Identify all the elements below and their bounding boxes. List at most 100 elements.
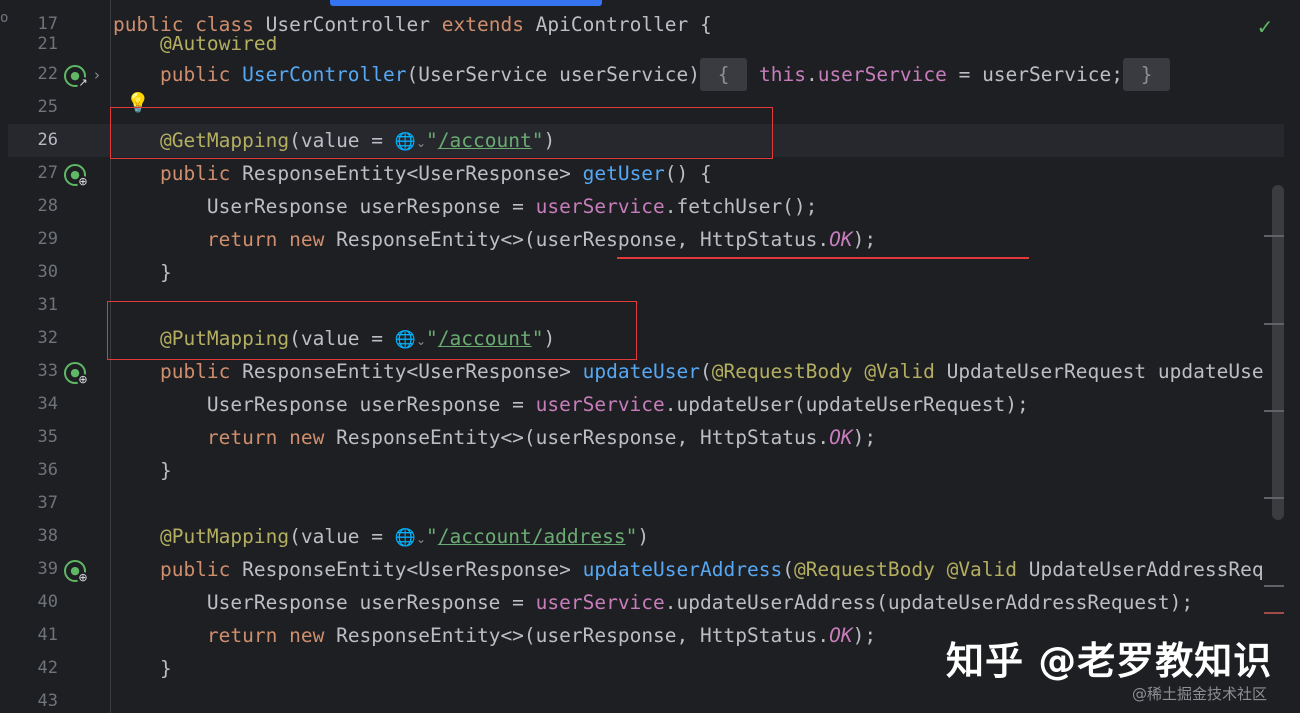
code-token: UpdateUserRequest updateUse bbox=[946, 360, 1264, 383]
web-endpoint-icon[interactable]: ● ⊕ bbox=[64, 164, 89, 188]
highlight-box-putmapping bbox=[107, 301, 637, 360]
code-token[interactable]: } bbox=[1122, 58, 1171, 91]
code-line[interactable]: 35 return new ResponseEntity<>(userRespo… bbox=[0, 421, 1300, 454]
code-token: @Valid bbox=[864, 360, 947, 383]
code-token: class bbox=[195, 13, 266, 36]
code-line[interactable]: 29 return new ResponseEntity<>(userRespo… bbox=[0, 223, 1300, 256]
line-number: 39 bbox=[37, 559, 58, 579]
code-token: userService bbox=[535, 591, 665, 614]
line-number: 41 bbox=[37, 625, 58, 645]
code-text[interactable]: @Autowired bbox=[113, 36, 278, 55]
code-text[interactable]: public UserController(UserService userSe… bbox=[113, 58, 1171, 91]
code-token: userService bbox=[817, 63, 947, 86]
code-token: public bbox=[113, 162, 243, 185]
code-token: ) bbox=[637, 525, 650, 548]
web-endpoint-icon[interactable]: ● ⊕ bbox=[64, 362, 89, 386]
code-line[interactable]: 21 @Autowired bbox=[0, 36, 1300, 56]
code-text[interactable]: UserResponse userResponse = userService.… bbox=[113, 586, 1193, 619]
scroll-marker bbox=[1264, 410, 1284, 412]
globe-icon[interactable]: 🌐 bbox=[395, 528, 416, 548]
code-token: /account bbox=[437, 525, 532, 548]
code-line[interactable]: 34 UserResponse userResponse = userServi… bbox=[0, 388, 1300, 421]
line-number: 42 bbox=[37, 658, 58, 678]
code-text[interactable]: @PutMapping(value = 🌐⌄"/account/address"… bbox=[113, 520, 649, 556]
line-number: 31 bbox=[37, 295, 58, 315]
code-text[interactable]: return new ResponseEntity<>(userResponse… bbox=[113, 619, 876, 652]
code-token: } bbox=[113, 261, 172, 284]
code-token: ResponseEntity<UserResponse> bbox=[242, 162, 583, 185]
code-token: ); bbox=[852, 426, 877, 449]
code-line[interactable]: 39 public ResponseEntity<UserResponse> u… bbox=[0, 553, 1300, 586]
code-editor[interactable]: o 17 public class UserController extends … bbox=[0, 0, 1300, 713]
code-token: . bbox=[805, 63, 818, 86]
code-token: extends bbox=[441, 13, 536, 36]
line-number: 33 bbox=[37, 361, 58, 381]
code-token: @RequestBody bbox=[793, 558, 947, 581]
code-token: UserResponse userResponse = bbox=[113, 195, 536, 218]
code-token: ResponseEntity<>(userResponse, HttpStatu… bbox=[336, 426, 830, 449]
watermark-sub: @稀土掘金技术社区 bbox=[1132, 685, 1268, 703]
web-endpoint-icon[interactable]: ● ⊕ bbox=[64, 560, 89, 584]
code-text[interactable]: UserResponse userResponse = userService.… bbox=[113, 388, 1029, 421]
line-number: 21 bbox=[37, 36, 58, 54]
code-line[interactable]: 22 public UserController(UserService use… bbox=[0, 58, 1300, 91]
code-token: new bbox=[289, 228, 337, 251]
code-token: updateUserAddress bbox=[582, 558, 783, 581]
code-token: (UserService userService) bbox=[406, 63, 701, 86]
code-token[interactable]: { bbox=[700, 58, 748, 91]
line-number: 28 bbox=[37, 196, 58, 216]
code-token: getUser bbox=[582, 162, 665, 185]
scroll-marker bbox=[1264, 497, 1284, 499]
code-line[interactable]: 38 @PutMapping(value = 🌐⌄"/account/addre… bbox=[0, 520, 1300, 553]
scroll-marker bbox=[1264, 323, 1284, 325]
chevron-right-icon[interactable]: › bbox=[94, 66, 100, 84]
code-token: this bbox=[747, 63, 806, 86]
code-text[interactable]: } bbox=[113, 652, 172, 685]
code-token: } bbox=[113, 657, 172, 680]
code-token: = userService; bbox=[946, 63, 1123, 86]
code-token: .fetchUser(); bbox=[664, 195, 818, 218]
code-token: .updateUser(updateUserRequest); bbox=[664, 393, 1029, 416]
code-line[interactable]: 27 public ResponseEntity<UserResponse> g… bbox=[0, 157, 1300, 190]
check-icon[interactable]: ✓ bbox=[1254, 16, 1276, 38]
code-token: userService bbox=[535, 393, 665, 416]
tab-indicator bbox=[330, 0, 602, 6]
scroll-marker bbox=[1264, 585, 1284, 587]
code-line[interactable]: 43 bbox=[0, 685, 1300, 713]
code-token: new bbox=[289, 426, 337, 449]
code-token: UserController bbox=[265, 13, 442, 36]
code-text[interactable]: public ResponseEntity<UserResponse> getU… bbox=[113, 157, 712, 190]
line-number: 27 bbox=[37, 163, 58, 183]
chevron-down-icon[interactable]: ⌄ bbox=[416, 532, 426, 546]
code-text[interactable]: UserResponse userResponse = userService.… bbox=[113, 190, 818, 223]
code-token: ); bbox=[852, 624, 877, 647]
implementation-arrow-icon[interactable]: ● ↗ bbox=[64, 65, 89, 89]
code-token: new bbox=[289, 624, 337, 647]
code-token: ResponseEntity<UserResponse> bbox=[242, 558, 583, 581]
code-line[interactable]: 30 } bbox=[0, 256, 1300, 289]
code-token: } bbox=[113, 459, 172, 482]
code-token: UserController bbox=[242, 63, 407, 86]
code-token: () { bbox=[664, 162, 712, 185]
line-number: 30 bbox=[37, 262, 58, 282]
code-text[interactable]: public ResponseEntity<UserResponse> upda… bbox=[113, 553, 1264, 586]
code-token: UserResponse userResponse = bbox=[113, 393, 536, 416]
code-token: OK bbox=[829, 426, 853, 449]
code-token: public bbox=[113, 558, 243, 581]
code-text[interactable]: return new ResponseEntity<>(userResponse… bbox=[113, 421, 876, 454]
code-line[interactable]: 40 UserResponse userResponse = userServi… bbox=[0, 586, 1300, 619]
code-token: ResponseEntity<UserResponse> bbox=[242, 360, 583, 383]
code-token: ( bbox=[700, 360, 712, 383]
scroll-marker-error bbox=[1264, 612, 1284, 614]
line-number: 37 bbox=[37, 493, 58, 513]
code-text[interactable]: return new ResponseEntity<>(userResponse… bbox=[113, 223, 876, 256]
code-line[interactable]: 37 bbox=[0, 487, 1300, 520]
code-token: @Autowired bbox=[113, 36, 278, 55]
code-line[interactable]: 28 UserResponse userResponse = userServi… bbox=[0, 190, 1300, 223]
code-text[interactable]: } bbox=[113, 454, 172, 487]
code-text[interactable]: } bbox=[113, 256, 172, 289]
line-number: 34 bbox=[37, 394, 58, 414]
code-line[interactable]: 36 } bbox=[0, 454, 1300, 487]
code-token: " bbox=[426, 525, 438, 548]
line-number: 35 bbox=[37, 427, 58, 447]
